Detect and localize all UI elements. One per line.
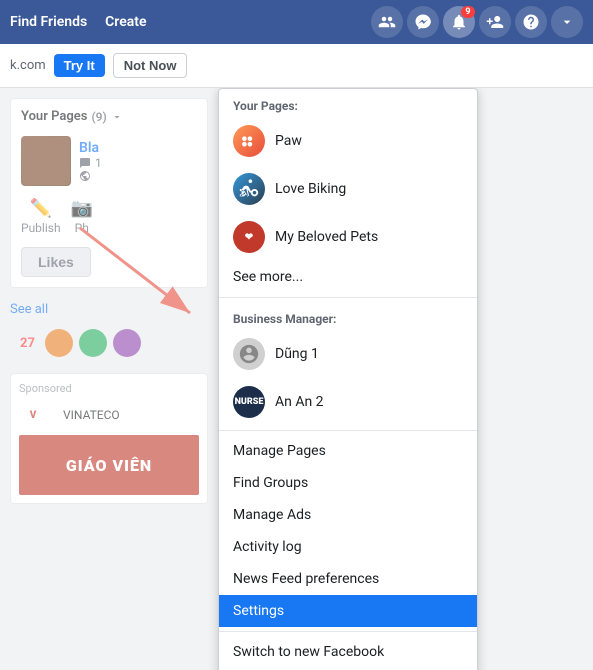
question-icon — [522, 13, 540, 31]
newsfeed-prefs-label: News Feed preferences — [233, 571, 379, 587]
dropdown-page-biking[interactable]: Love Biking — [219, 165, 477, 213]
main-content-area: Your Pages (9) Bla 1 — [0, 88, 593, 670]
switch-facebook-item[interactable]: Switch to new Facebook — [219, 636, 477, 668]
dropdown-page-pets[interactable]: ❤ My Beloved Pets — [219, 213, 477, 261]
divider-1 — [219, 297, 477, 298]
settings-item[interactable]: Settings — [219, 595, 477, 627]
messenger-icon — [414, 13, 432, 31]
anan-avatar: NURSE — [233, 386, 265, 418]
people-icon — [378, 13, 396, 31]
divider-2 — [219, 430, 477, 431]
find-groups-label: Find Groups — [233, 475, 308, 491]
pets-page-name: My Beloved Pets — [275, 229, 378, 245]
nav-right: 9 — [371, 6, 583, 38]
messenger-icon-btn[interactable] — [407, 6, 439, 38]
help-icon-btn[interactable] — [515, 6, 547, 38]
dung-page-name: Dũng 1 — [275, 346, 319, 362]
account-dropdown-menu: Your Pages: Paw Love Biking ❤ My Beloved… — [218, 88, 478, 670]
dropdown-bm-dung[interactable]: Dũng 1 — [219, 330, 477, 378]
try-it-button[interactable]: Try It — [54, 54, 105, 77]
friends-icon-btn[interactable] — [371, 6, 403, 38]
business-manager-label: Business Manager: — [219, 302, 477, 330]
nav-left: Find Friends Create — [10, 14, 147, 30]
top-navigation: Find Friends Create 9 — [0, 0, 593, 44]
biking-page-name: Love Biking — [275, 181, 346, 197]
activity-log-item[interactable]: Activity log — [219, 531, 477, 563]
not-now-button[interactable]: Not Now — [113, 53, 188, 78]
notification-badge: 9 — [461, 6, 475, 18]
anan-page-name: An An 2 — [275, 394, 324, 410]
manage-pages-item[interactable]: Manage Pages — [219, 435, 477, 467]
chevron-down-icon — [559, 14, 575, 30]
activity-log-label: Activity log — [233, 539, 302, 555]
friend-request-icon — [486, 13, 504, 31]
manage-ads-label: Manage Ads — [233, 507, 311, 523]
notifications-icon-btn[interactable]: 9 — [443, 6, 475, 38]
url-label: k.com — [10, 58, 46, 73]
find-groups-item[interactable]: Find Groups — [219, 467, 477, 499]
paw-avatar — [233, 125, 265, 157]
see-more-item[interactable]: See more... — [219, 261, 477, 293]
settings-label: Settings — [233, 603, 284, 619]
dung-avatar — [233, 338, 265, 370]
paw-page-name: Paw — [275, 133, 302, 149]
dropdown-page-paw[interactable]: Paw — [219, 117, 477, 165]
manage-ads-item[interactable]: Manage Ads — [219, 499, 477, 531]
see-more-label: See more... — [233, 269, 303, 285]
account-menu-btn[interactable] — [551, 6, 583, 38]
divider-3 — [219, 631, 477, 632]
newsfeed-prefs-item[interactable]: News Feed preferences — [219, 563, 477, 595]
pets-avatar: ❤ — [233, 221, 265, 253]
switch-facebook-label: Switch to new Facebook — [233, 644, 384, 660]
promo-bar: k.com Try It Not Now — [0, 44, 593, 88]
manage-pages-label: Manage Pages — [233, 443, 326, 459]
create-link[interactable]: Create — [105, 14, 146, 30]
friend-requests-icon-btn[interactable] — [479, 6, 511, 38]
biking-avatar — [233, 173, 265, 205]
your-pages-dropdown-label: Your Pages: — [219, 89, 477, 117]
find-friends-link[interactable]: Find Friends — [10, 14, 87, 30]
dropdown-bm-anan[interactable]: NURSE An An 2 — [219, 378, 477, 426]
